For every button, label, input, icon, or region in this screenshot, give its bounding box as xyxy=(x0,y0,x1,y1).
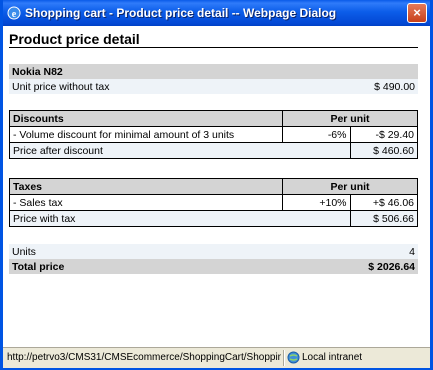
unit-price-row: Unit price without tax $ 490.00 xyxy=(9,79,418,94)
price-with-tax-row: Price with tax $ 506.66 xyxy=(9,210,418,227)
status-bar: http://petrvo3/CMS31/CMSEcommerce/Shoppi… xyxy=(3,347,430,368)
dialog-content: Product price detail Nokia N82 Unit pric… xyxy=(3,26,430,347)
total-price-label: Total price xyxy=(12,260,65,273)
discounts-header-row: Discounts Per unit xyxy=(9,110,418,127)
total-price-row: Total price $ 2026.64 xyxy=(9,259,418,274)
status-url: http://petrvo3/CMS31/CMSEcommerce/Shoppi… xyxy=(7,352,281,363)
taxes-header: Taxes xyxy=(9,178,283,195)
internet-explorer-icon: e xyxy=(7,6,21,20)
total-price-value: $ 2026.64 xyxy=(368,260,415,273)
price-with-tax-label: Price with tax xyxy=(9,210,351,227)
price-after-discount-row: Price after discount $ 460.60 xyxy=(9,142,418,159)
title-bar[interactable]: e Shopping cart - Product price detail -… xyxy=(3,0,430,26)
discounts-header: Discounts xyxy=(9,110,283,127)
taxes-header-row: Taxes Per unit xyxy=(9,178,418,195)
window-title: Shopping cart - Product price detail -- … xyxy=(25,6,337,20)
price-with-tax-value: $ 506.66 xyxy=(349,210,418,227)
units-label: Units xyxy=(12,245,36,258)
close-button[interactable]: × xyxy=(407,3,427,23)
tax-percent: +10% xyxy=(282,194,351,211)
discount-label: - Volume discount for minimal amount of … xyxy=(9,126,283,143)
discount-percent: -6% xyxy=(282,126,351,143)
svg-text:e: e xyxy=(12,9,17,20)
taxes-per-unit-header: Per unit xyxy=(282,178,418,195)
tax-amount: +$ 46.06 xyxy=(349,194,418,211)
units-row: Units 4 xyxy=(9,244,418,259)
status-divider xyxy=(283,350,285,366)
discount-amount: -$ 29.40 xyxy=(349,126,418,143)
unit-price-label: Unit price without tax xyxy=(12,80,110,93)
dialog-window: e Shopping cart - Product price detail -… xyxy=(0,0,433,370)
tax-row: - Sales tax +10% +$ 46.06 xyxy=(9,194,418,211)
product-table: Nokia N82 Unit price without tax $ 490.0… xyxy=(9,64,418,94)
taxes-table: Taxes Per unit - Sales tax +10% +$ 46.06… xyxy=(9,178,418,227)
price-after-discount-value: $ 460.60 xyxy=(349,142,418,159)
title-divider xyxy=(9,47,418,48)
units-value: 4 xyxy=(409,245,415,258)
discounts-per-unit-header: Per unit xyxy=(282,110,418,127)
security-zone[interactable]: Local intranet xyxy=(302,352,362,363)
local-intranet-icon xyxy=(287,351,300,364)
tax-label: - Sales tax xyxy=(9,194,283,211)
unit-price-value: $ 490.00 xyxy=(374,80,415,93)
page-title: Product price detail xyxy=(9,31,140,47)
summary-table: Units 4 Total price $ 2026.64 xyxy=(9,244,418,274)
product-name: Nokia N82 xyxy=(9,64,418,79)
product-name-row: Nokia N82 xyxy=(9,64,418,79)
discount-row: - Volume discount for minimal amount of … xyxy=(9,126,418,143)
discounts-table: Discounts Per unit - Volume discount for… xyxy=(9,110,418,159)
price-after-discount-label: Price after discount xyxy=(9,142,351,159)
